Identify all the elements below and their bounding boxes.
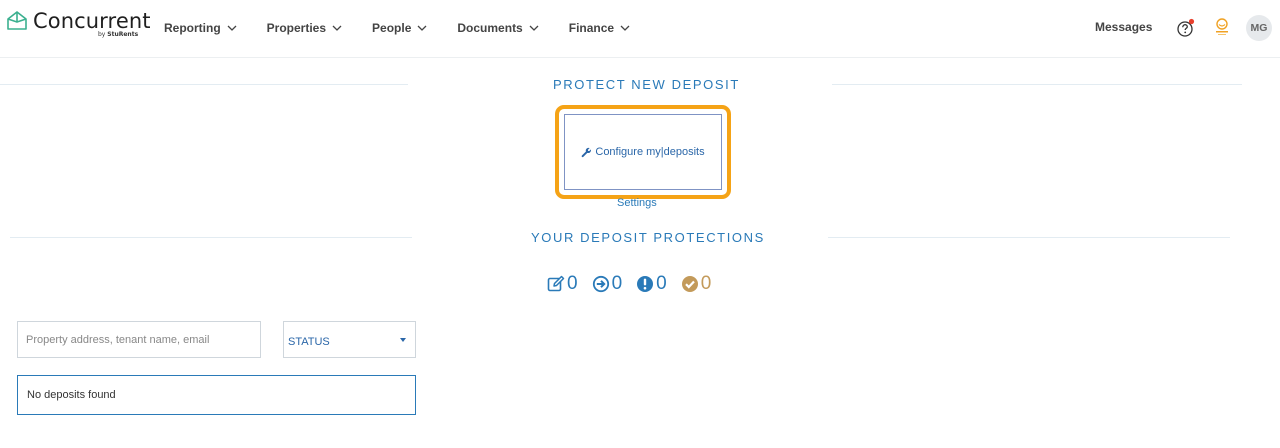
arrow-circle-right-icon — [592, 275, 609, 293]
nav-finance-label: Finance — [568, 21, 615, 35]
house-logo-icon — [7, 11, 27, 30]
counter-draft[interactable]: 0 — [547, 273, 578, 295]
brand-sub: by StuRents — [98, 31, 138, 38]
brand-sub-prefix: by — [98, 31, 106, 38]
divider — [832, 84, 1242, 85]
brand-name: Concurrent — [33, 9, 151, 33]
configure-button-label: Configure my|deposits — [595, 146, 705, 158]
check-circle-icon — [681, 276, 698, 292]
search-input[interactable] — [17, 321, 261, 358]
nav-finance[interactable]: Finance — [569, 21, 630, 35]
configure-mydeposits-button[interactable]: Configure my|deposits — [564, 114, 722, 190]
exclamation-circle-icon — [637, 276, 654, 292]
counter-draft-value: 0 — [567, 273, 578, 294]
nav-reporting[interactable]: Reporting — [164, 21, 237, 35]
nav-people[interactable]: People — [372, 21, 427, 35]
brand-sub-name: StuRents — [107, 31, 139, 38]
counter-attention[interactable]: 0 — [636, 273, 667, 295]
counter-attention-value: 0 — [656, 273, 667, 294]
concurrent-logo[interactable]: Concurrent by StuRents — [6, 9, 150, 41]
empty-state-message: No deposits found — [27, 389, 116, 401]
counter-protected[interactable]: 0 — [681, 273, 712, 295]
status-dropdown[interactable]: STATUS — [283, 321, 416, 358]
nav-people-label: People — [372, 21, 412, 35]
chevron-down-icon — [620, 25, 630, 31]
protection-counters: 0 0 0 0 — [547, 273, 725, 295]
counter-in-progress[interactable]: 0 — [592, 273, 623, 295]
status-dropdown-label: STATUS — [288, 336, 330, 348]
user-avatar[interactable]: MG — [1246, 15, 1272, 41]
divider — [10, 237, 412, 238]
messages-link[interactable]: Messages — [1095, 20, 1152, 34]
question-circle-icon[interactable] — [1176, 18, 1196, 38]
nav-properties-label: Properties — [266, 21, 327, 35]
deposits-list: No deposits found — [17, 375, 416, 415]
notification-dot — [1188, 18, 1195, 25]
nav-documents-label: Documents — [457, 21, 523, 35]
nav-documents[interactable]: Documents — [457, 21, 539, 35]
your-deposit-protections-title: YOUR DEPOSIT PROTECTIONS — [531, 230, 765, 245]
counter-protected-value: 0 — [700, 273, 712, 294]
caret-down-icon — [400, 338, 406, 342]
edit-icon — [547, 275, 565, 292]
divider — [0, 84, 408, 85]
nav-reporting-label: Reporting — [164, 21, 221, 35]
chevron-down-icon — [417, 25, 427, 31]
nav-properties[interactable]: Properties — [267, 21, 342, 35]
chevron-down-icon — [227, 25, 237, 31]
settings-link[interactable]: Settings — [617, 197, 657, 209]
organisation-logo-icon[interactable] — [1213, 16, 1231, 38]
protect-new-deposit-title: PROTECT NEW DEPOSIT — [553, 77, 740, 92]
divider — [828, 237, 1230, 238]
chevron-down-icon — [332, 25, 342, 31]
wrench-icon — [582, 147, 592, 157]
main-menu: Reporting Properties People Documents Fi… — [164, 0, 660, 56]
top-navbar: Concurrent by StuRents Reporting Propert… — [0, 0, 1280, 58]
counter-in-progress-value: 0 — [611, 273, 623, 294]
chevron-down-icon — [529, 25, 539, 31]
